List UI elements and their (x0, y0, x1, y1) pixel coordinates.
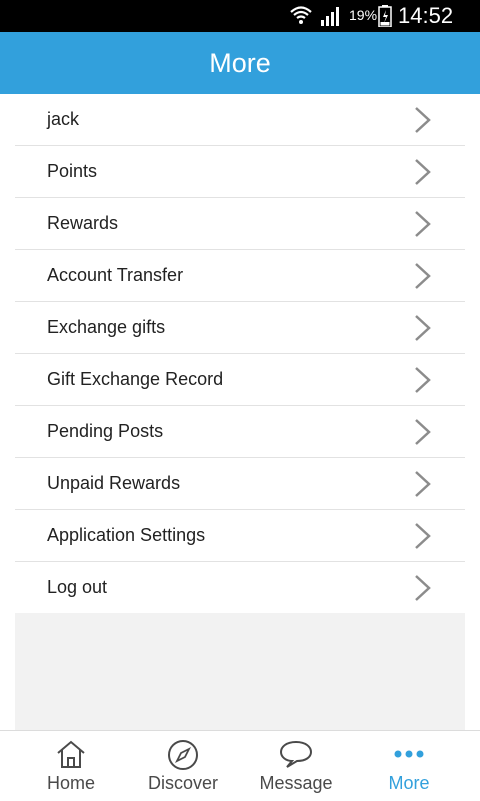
more-dots-icon (354, 739, 464, 769)
chevron-right-icon (414, 158, 432, 191)
nav-discover-label: Discover (147, 773, 218, 793)
chevron-right-icon (414, 522, 432, 555)
signal-icon (320, 6, 342, 31)
speech-bubble-icon (241, 739, 351, 769)
nav-message-label: Message (259, 773, 333, 793)
nav-more[interactable]: More (354, 731, 464, 801)
chevron-right-icon (414, 210, 432, 243)
content-area: jack Points Rewards Account Transfer Exc… (0, 94, 480, 730)
nav-message[interactable]: Message (241, 731, 351, 801)
menu-item-label: Exchange gifts (47, 317, 166, 337)
home-icon (16, 739, 126, 769)
menu-item-points[interactable]: Points (15, 146, 465, 198)
chevron-right-icon (414, 574, 432, 607)
menu-item-pending-posts[interactable]: Pending Posts (15, 406, 465, 458)
menu-item-label: Points (47, 161, 98, 181)
battery-icon (378, 5, 392, 32)
wifi-icon (289, 4, 313, 31)
more-menu-list: jack Points Rewards Account Transfer Exc… (15, 94, 465, 613)
page-title: More (209, 48, 271, 78)
menu-item-exchange-gifts[interactable]: Exchange gifts (15, 302, 465, 354)
chevron-right-icon (414, 470, 432, 503)
menu-item-unpaid-rewards[interactable]: Unpaid Rewards (15, 458, 465, 510)
nav-home-label: Home (46, 773, 95, 793)
compass-icon (128, 739, 238, 770)
menu-item-jack[interactable]: jack (15, 94, 465, 146)
menu-item-label: Gift Exchange Record (47, 369, 224, 389)
chevron-right-icon (414, 106, 432, 139)
clock: 14:52 (398, 3, 454, 28)
menu-item-label: Log out (47, 577, 108, 597)
menu-item-label: Pending Posts (47, 421, 164, 441)
menu-item-label: Rewards (47, 213, 119, 233)
bottom-nav: Home Discover Message More (0, 730, 480, 801)
menu-item-label: Account Transfer (47, 265, 184, 285)
chevron-right-icon (414, 314, 432, 347)
menu-item-rewards[interactable]: Rewards (15, 198, 465, 250)
menu-item-gift-exchange-record[interactable]: Gift Exchange Record (15, 354, 465, 406)
menu-item-label: Application Settings (47, 525, 206, 545)
status-bar: 19% 14:52 (0, 0, 480, 32)
battery-percent: 19% (349, 7, 378, 23)
nav-more-label: More (388, 773, 430, 793)
menu-item-application-settings[interactable]: Application Settings (15, 510, 465, 562)
app-header: More (0, 32, 480, 94)
menu-item-label: jack (47, 109, 80, 129)
menu-item-account-transfer[interactable]: Account Transfer (15, 250, 465, 302)
chevron-right-icon (414, 262, 432, 295)
menu-item-label: Unpaid Rewards (47, 473, 181, 493)
menu-item-log-out[interactable]: Log out (15, 562, 465, 613)
chevron-right-icon (414, 366, 432, 399)
chevron-right-icon (414, 418, 432, 451)
nav-discover[interactable]: Discover (128, 731, 238, 801)
nav-home[interactable]: Home (16, 731, 126, 801)
